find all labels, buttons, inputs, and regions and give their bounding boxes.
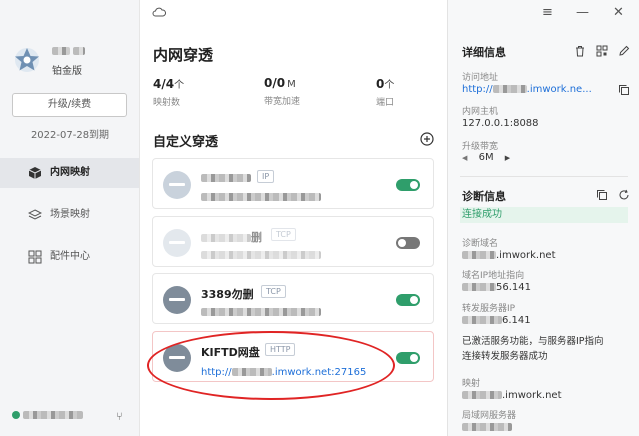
host-label: 内网主机 <box>462 107 499 117</box>
diag-domain-label: 诊断域名 <box>462 239 499 249</box>
mapping-address <box>201 307 321 318</box>
access-url-link[interactable]: http://.imwork.ne... <box>462 84 592 95</box>
mapping-address <box>201 250 321 261</box>
diag-domain-value: .imwork.net <box>462 250 556 261</box>
access-label: 访问地址 <box>462 73 499 83</box>
mapping-name: 3389勿删 <box>201 288 254 301</box>
details-title: 详细信息 <box>462 46 506 59</box>
mapping-card[interactable]: IP <box>152 158 434 209</box>
host-value: 127.0.0.1:8088 <box>462 118 539 129</box>
plug-icon[interactable]: ⑂ <box>116 410 123 423</box>
protocol-tag: IP <box>257 170 275 183</box>
stat-label: 带宽加速 <box>264 97 301 107</box>
mapping-toggle[interactable] <box>396 294 420 306</box>
cloud-icon[interactable] <box>152 6 166 18</box>
nav-label: 配件中心 <box>50 251 90 262</box>
delete-icon[interactable] <box>574 45 586 57</box>
stat-unit: M <box>287 79 296 90</box>
diag-ip-value: 56.141 <box>462 282 531 293</box>
mapping-name: 删 <box>201 229 262 245</box>
diag-message-line1: 已激活服务功能，与服务器IP指向 <box>462 336 604 347</box>
status-dot-icon <box>12 411 20 419</box>
main-panel: 内网穿透 4/4个 映射数 0/0 M 带宽加速 0个 端口 自定义穿透 IP 删… <box>140 0 447 436</box>
stat-mappings: 4/4个 映射数 <box>153 76 184 108</box>
mapping-logo-icon <box>163 286 191 314</box>
mapping-logo-icon <box>163 344 191 372</box>
protocol-tag: TCP <box>261 285 286 298</box>
stat-label: 端口 <box>376 98 395 108</box>
copy-icon[interactable] <box>596 189 608 201</box>
decrease-icon[interactable]: ◀ <box>462 154 467 162</box>
menu-icon[interactable]: ≡ <box>542 5 553 20</box>
apps-icon <box>28 250 42 264</box>
sidebar-footer: ⑂ <box>12 410 132 426</box>
diag-forward-label: 转发服务器IP <box>462 304 516 314</box>
mapping-toggle[interactable] <box>396 237 420 249</box>
mapping-toggle[interactable] <box>396 179 420 191</box>
expire-date: 2022-07-28到期 <box>30 130 110 141</box>
nav-label: 内网映射 <box>50 167 90 178</box>
details-panel: ≡ — ✕ 详细信息 访问地址 http://.imwork.ne... 内网主… <box>447 0 639 436</box>
increase-icon[interactable]: ▶ <box>505 154 510 162</box>
mapping-name: KIFTD网盘 <box>201 346 260 359</box>
stat-value: 0/0 <box>264 76 286 90</box>
mapping-card[interactable]: 3389勿删 TCP <box>152 273 434 324</box>
mapping-name <box>201 171 251 184</box>
user-name <box>52 46 86 57</box>
divider <box>460 176 628 177</box>
layers-icon <box>28 209 42 220</box>
qrcode-icon[interactable] <box>596 45 608 57</box>
nav-item-accessory-center[interactable]: 配件中心 <box>0 242 139 272</box>
mapping-card[interactable]: 删 TCP <box>152 216 434 267</box>
bandwidth-label: 升级带宽 <box>462 142 499 152</box>
add-icon[interactable] <box>420 132 434 146</box>
diag-forward-value: 6.141 <box>462 315 531 326</box>
mapping-address <box>201 192 321 203</box>
close-icon[interactable]: ✕ <box>613 5 624 20</box>
connection-status: 连接成功 <box>460 207 628 223</box>
diagnosis-title: 诊断信息 <box>462 190 506 203</box>
diag-ip-label: 域名IP地址指向 <box>462 271 525 281</box>
mapping-toggle[interactable] <box>396 352 420 364</box>
nav-label: 场景映射 <box>50 209 90 220</box>
stat-label: 映射数 <box>153 98 181 108</box>
bandwidth-value: 6M <box>478 152 494 163</box>
mapping-card[interactable]: KIFTD网盘 HTTP http://.imwork.net:27165 <box>152 331 434 382</box>
protocol-tag: HTTP <box>265 343 296 356</box>
page-title: 内网穿透 <box>153 46 214 64</box>
section-title: 自定义穿透 <box>153 135 219 150</box>
stat-ports: 0个 端口 <box>376 76 394 108</box>
stat-value: 4/4 <box>153 77 175 91</box>
diag-lan-value <box>462 422 512 433</box>
upgrade-button[interactable]: 升级/续费 <box>12 93 127 117</box>
nav-item-scene-mapping[interactable]: 场景映射 <box>0 200 139 230</box>
minimize-icon[interactable]: — <box>576 5 589 20</box>
protocol-tag: TCP <box>271 228 296 241</box>
diag-lan-label: 局域网服务器 <box>462 411 517 421</box>
bandwidth-stepper[interactable]: ◀ 6M ▶ <box>462 152 510 163</box>
nav-item-intranet-mapping[interactable]: 内网映射 <box>0 158 139 188</box>
stat-bandwidth: 0/0 M 带宽加速 <box>264 76 300 107</box>
cube-icon <box>28 167 42 179</box>
refresh-icon[interactable] <box>618 189 630 201</box>
avatar-star-icon <box>15 48 39 72</box>
stat-unit: 个 <box>384 80 395 91</box>
diag-map-label: 映射 <box>462 379 481 389</box>
edit-icon[interactable] <box>618 45 630 57</box>
mapping-url-link[interactable]: http://.imwork.net:27165 <box>201 367 366 378</box>
copy-icon[interactable] <box>618 84 630 96</box>
diag-message-line2: 连接转发服务器成功 <box>462 351 548 362</box>
mapping-logo-icon <box>163 229 191 257</box>
stat-unit: 个 <box>174 80 185 91</box>
diag-map-value: .imwork.net <box>462 390 562 401</box>
sidebar: 铂金版 升级/续费 2022-07-28到期 内网映射 场景映射 配件中心 ⑂ <box>0 0 140 436</box>
user-tier: 铂金版 <box>52 66 82 77</box>
mapping-logo-icon <box>163 171 191 199</box>
